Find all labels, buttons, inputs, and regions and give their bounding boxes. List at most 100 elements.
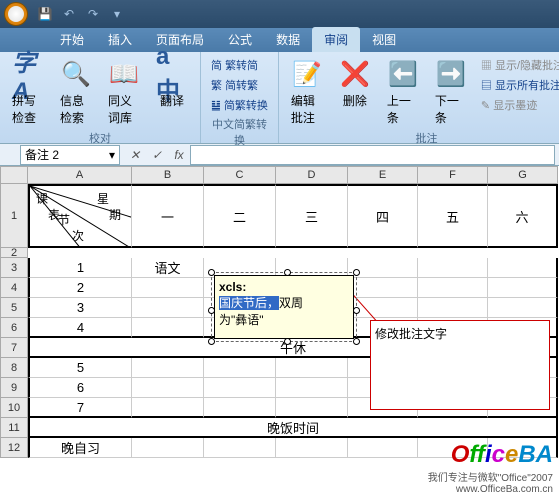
translate-button[interactable]: a中 翻译	[152, 56, 192, 111]
convert-button[interactable]: ䷊ 简繁转换	[209, 96, 270, 114]
delete-comment-icon: ❌	[339, 58, 371, 90]
cell-a3[interactable]: 1	[28, 258, 132, 278]
spelling-icon: 字A	[12, 58, 44, 90]
showall-comments-button[interactable]: ▤ 显示所有批注	[479, 76, 559, 94]
row-header-2[interactable]: 2	[0, 248, 28, 258]
next-comment-icon: ➡️	[435, 58, 467, 90]
comment-author: xcls:	[219, 280, 246, 294]
spelling-button[interactable]: 字A 拼写检查	[8, 56, 48, 128]
comment-text-2[interactable]: 双周	[279, 296, 303, 310]
row-header-9[interactable]: 9	[0, 378, 28, 398]
research-label: 信息检索	[60, 92, 92, 126]
cell-b3[interactable]: 语文	[132, 258, 204, 278]
undo-icon[interactable]: ↶	[60, 5, 78, 23]
thesaurus-label: 同义词库	[108, 92, 140, 126]
cell-a10[interactable]: 7	[28, 398, 132, 418]
col-header-g[interactable]: G	[488, 166, 558, 184]
edit-comment-label: 编辑批注	[291, 92, 323, 126]
comment-box[interactable]: xcls: 国庆节后，双周 为"彝语"	[214, 275, 354, 339]
row-header-8[interactable]: 8	[0, 358, 28, 378]
cell-a9[interactable]: 6	[28, 378, 132, 398]
namebox-dropdown-icon[interactable]: ▾	[109, 148, 115, 162]
to-simplified-button[interactable]: 简 繁转简	[209, 56, 270, 74]
fx-icon[interactable]: fx	[168, 148, 190, 162]
col-header-c[interactable]: C	[204, 166, 276, 184]
showhide-comment-button[interactable]: ▦ 显示/隐藏批注	[479, 56, 559, 74]
prev-comment-button[interactable]: ⬅️ 上一条	[383, 56, 423, 128]
row-header-6[interactable]: 6	[0, 318, 28, 338]
cell-a1[interactable]: 课 表 星 期 节 次	[28, 184, 132, 248]
cell-a6[interactable]: 4	[28, 318, 132, 338]
cell-g4[interactable]	[488, 278, 558, 298]
row-header-3[interactable]: 3	[0, 258, 28, 278]
ink-icon: ✎	[481, 100, 493, 112]
cancel-icon[interactable]: ✕	[124, 148, 146, 162]
ribbon-tabs: 开始 插入 页面布局 公式 数据 审阅 视图	[0, 28, 559, 52]
tab-insert[interactable]: 插入	[96, 27, 144, 52]
cell-c1[interactable]: 二	[204, 184, 276, 248]
showink-button[interactable]: ✎ 显示墨迹	[479, 96, 559, 114]
save-icon[interactable]: 💾	[36, 5, 54, 23]
redo-icon[interactable]: ↷	[84, 5, 102, 23]
row-header-7[interactable]: 7	[0, 338, 28, 358]
research-button[interactable]: 🔍 信息检索	[56, 56, 96, 128]
tab-data[interactable]: 数据	[264, 27, 312, 52]
annotation-callout: 修改批注文字	[370, 320, 550, 410]
cell-f4[interactable]	[418, 278, 488, 298]
next-comment-label: 下一条	[435, 92, 467, 126]
row-header-1[interactable]: 1	[0, 184, 28, 248]
col-header-d[interactable]: D	[276, 166, 348, 184]
cell-d1[interactable]: 三	[276, 184, 348, 248]
office-button[interactable]	[4, 2, 28, 26]
col-header-b[interactable]: B	[132, 166, 204, 184]
thesaurus-button[interactable]: 📖 同义词库	[104, 56, 144, 128]
quick-access-toolbar: 💾 ↶ ↷ ▾	[36, 5, 126, 23]
watermark-sub2: www.OfficeBa.com.cn	[428, 484, 553, 495]
row-header-12[interactable]: 12	[0, 438, 28, 458]
to-traditional-button[interactable]: 繁 简转繁	[209, 76, 270, 94]
edit-comment-button[interactable]: 📝 编辑批注	[287, 56, 327, 128]
col-header-a[interactable]: A	[28, 166, 132, 184]
name-box[interactable]: 备注 2 ▾	[20, 145, 120, 165]
row-header-10[interactable]: 10	[0, 398, 28, 418]
formula-bar[interactable]	[190, 145, 555, 165]
delete-comment-button[interactable]: ❌ 删除	[335, 56, 375, 111]
row-header-5[interactable]: 5	[0, 298, 28, 318]
row-header-4[interactable]: 4	[0, 278, 28, 298]
tab-review[interactable]: 审阅	[312, 27, 360, 52]
showall-icon: ▤	[481, 80, 495, 92]
cell-f5[interactable]	[418, 298, 488, 318]
comment-text-selected[interactable]: 国庆节后，	[219, 296, 279, 310]
cell-a8[interactable]: 5	[28, 358, 132, 378]
cell-g5[interactable]	[488, 298, 558, 318]
cell-a5[interactable]: 3	[28, 298, 132, 318]
cell-g3[interactable]	[488, 258, 558, 278]
cell-a12[interactable]: 晚自习	[28, 438, 132, 458]
group-proofing-label: 校对	[8, 128, 192, 146]
cell-b1[interactable]: 一	[132, 184, 204, 248]
cell-e3[interactable]	[348, 258, 418, 278]
col-header-e[interactable]: E	[348, 166, 418, 184]
cell-b4[interactable]	[132, 278, 204, 298]
cell-b6[interactable]	[132, 318, 204, 338]
select-all-corner[interactable]	[0, 166, 28, 184]
qat-customize-icon[interactable]: ▾	[108, 5, 126, 23]
cell-f3[interactable]	[418, 258, 488, 278]
thesaurus-icon: 📖	[108, 58, 140, 90]
tab-formulas[interactable]: 公式	[216, 27, 264, 52]
translate-icon: a中	[156, 58, 188, 90]
tab-view[interactable]: 视图	[360, 27, 408, 52]
annotation-text: 修改批注文字	[371, 321, 549, 346]
col-header-f[interactable]: F	[418, 166, 488, 184]
enter-icon[interactable]: ✓	[146, 148, 168, 162]
cell-g1[interactable]: 六	[488, 184, 558, 248]
cell-f1[interactable]: 五	[418, 184, 488, 248]
cell-merged-11[interactable]: 晚饭时间	[28, 418, 558, 438]
cell-b5[interactable]	[132, 298, 204, 318]
tab-home[interactable]: 开始	[48, 27, 96, 52]
cell-e1[interactable]: 四	[348, 184, 418, 248]
comment-text-3[interactable]: 为"彝语"	[219, 313, 264, 327]
next-comment-button[interactable]: ➡️ 下一条	[431, 56, 471, 128]
cell-a4[interactable]: 2	[28, 278, 132, 298]
row-header-11[interactable]: 11	[0, 418, 28, 438]
